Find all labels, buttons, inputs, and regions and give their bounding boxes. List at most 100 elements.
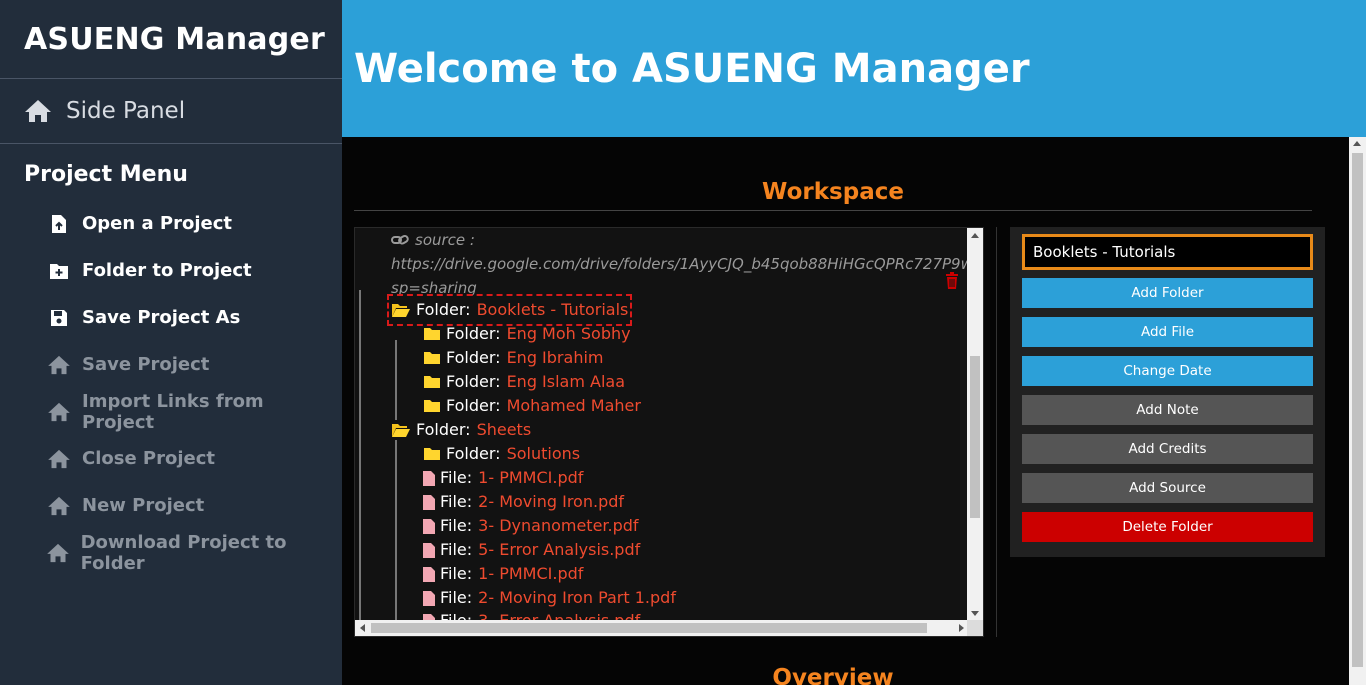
home-icon <box>46 496 72 516</box>
menu-download-project[interactable]: Download Project to Folder <box>0 529 342 576</box>
source-label: source : <box>415 231 475 249</box>
menu-import-links[interactable]: Import Links from Project <box>0 388 342 435</box>
scrollbar-corner <box>967 620 983 636</box>
scrollbar-thumb[interactable] <box>1352 153 1363 667</box>
change-date-button[interactable]: Change Date <box>1022 356 1313 386</box>
folder-name: Eng Moh Sobhy <box>506 324 631 343</box>
tree-guide <box>395 440 397 621</box>
workspace-title: Workspace <box>762 179 904 205</box>
file-key: File: <box>440 540 473 559</box>
tree-file[interactable]: File: 2- Moving Iron Part 1.pdf <box>423 586 676 610</box>
tree-file[interactable]: File: 2- Moving Iron.pdf <box>423 490 624 514</box>
menu-folder-to-project[interactable]: Folder to Project <box>0 247 342 294</box>
tree-horizontal-scrollbar[interactable] <box>355 620 969 636</box>
add-credits-button[interactable]: Add Credits <box>1022 434 1313 464</box>
folder-key: Folder: <box>416 300 471 319</box>
tree-file[interactable]: File: 5- Error Analysis.pdf <box>423 538 640 562</box>
source-block: source : https://drive.google.com/drive/… <box>391 228 969 300</box>
page-title: Welcome to ASUENG Manager <box>354 45 1030 92</box>
menu-open-project[interactable]: Open a Project <box>0 200 342 247</box>
add-file-button[interactable]: Add File <box>1022 317 1313 347</box>
tree-folder[interactable]: Folder: Eng Moh Sobhy <box>423 322 631 346</box>
divider <box>354 210 1312 211</box>
delete-folder-button[interactable]: Delete Folder <box>1022 512 1313 542</box>
menu-label: Save Project As <box>82 307 241 328</box>
folder-name: Eng Ibrahim <box>506 348 604 367</box>
add-note-button[interactable]: Add Note <box>1022 395 1313 425</box>
main-content: Workspace source : https://drive.google.… <box>342 137 1349 685</box>
tree-folder[interactable]: Folder: Eng Ibrahim <box>423 346 603 370</box>
add-source-button[interactable]: Add Source <box>1022 473 1313 503</box>
link-icon <box>391 233 409 247</box>
file-key: File: <box>440 468 473 487</box>
pdf-file-icon <box>423 566 435 582</box>
scroll-up-arrow-icon[interactable] <box>971 233 979 238</box>
folder-icon <box>423 399 441 413</box>
tree-file[interactable]: File: 1- PMMCI.pdf <box>423 562 583 586</box>
folder-name: Booklets - Tutorials <box>476 300 629 319</box>
menu-label: Open a Project <box>82 213 232 234</box>
page-scrollbar[interactable] <box>1349 137 1366 685</box>
file-upload-icon <box>46 214 72 234</box>
side-panel-link[interactable]: Side Panel <box>0 79 342 144</box>
scroll-down-arrow-icon[interactable] <box>971 611 979 616</box>
selected-name-input[interactable] <box>1022 234 1313 270</box>
folder-key: Folder: <box>446 444 501 463</box>
folder-key: Folder: <box>446 348 501 367</box>
folder-plus-icon <box>46 262 72 280</box>
tree-guide <box>359 290 361 621</box>
menu-save-project-as[interactable]: Save Project As <box>0 294 342 341</box>
side-panel-label: Side Panel <box>66 98 186 124</box>
home-icon <box>46 355 72 375</box>
trash-icon[interactable] <box>945 272 959 293</box>
tree-guide <box>395 340 397 420</box>
file-name: 2- Moving Iron.pdf <box>478 492 625 511</box>
save-icon <box>46 309 72 327</box>
add-folder-button[interactable]: Add Folder <box>1022 278 1313 308</box>
folder-name: Mohamed Maher <box>506 396 641 415</box>
actions-panel: Add Folder Add File Change Date Add Note… <box>1010 227 1325 557</box>
menu-label: Import Links from Project <box>82 390 264 433</box>
file-key: File: <box>440 588 473 607</box>
folder-icon <box>423 327 441 341</box>
menu-new-project[interactable]: New Project <box>0 482 342 529</box>
header: Welcome to ASUENG Manager <box>342 0 1366 137</box>
tree-vertical-scrollbar[interactable] <box>967 228 983 621</box>
menu-close-project[interactable]: Close Project <box>0 435 342 482</box>
menu-save-project[interactable]: Save Project <box>0 341 342 388</box>
scrollbar-thumb[interactable] <box>970 356 980 518</box>
tree-folder[interactable]: Folder: Mohamed Maher <box>423 394 641 418</box>
file-name: 2- Moving Iron Part 1.pdf <box>478 588 676 607</box>
pdf-file-icon <box>423 542 435 558</box>
tree-folder[interactable]: Folder: Eng Islam Alaa <box>423 370 625 394</box>
workspace-tree[interactable]: source : https://drive.google.com/drive/… <box>354 227 984 637</box>
menu-label: Folder to Project <box>82 260 252 281</box>
tree-folder-sheets[interactable]: Folder: Sheets <box>391 418 531 442</box>
file-key: File: <box>440 492 473 511</box>
folder-key: Folder: <box>446 372 501 391</box>
file-key: File: <box>440 516 473 535</box>
menu-label: Save Project <box>82 354 210 375</box>
file-name: 1- PMMCI.pdf <box>478 564 584 583</box>
folder-name: Sheets <box>476 420 532 439</box>
tree-file[interactable]: File: 3- Dynanometer.pdf <box>423 514 639 538</box>
tree-folder-root[interactable]: Folder: Booklets - Tutorials <box>386 294 633 326</box>
folder-icon <box>423 447 441 461</box>
scroll-left-arrow-icon[interactable] <box>360 624 365 632</box>
home-icon <box>46 449 72 469</box>
pdf-file-icon <box>423 494 435 510</box>
source-url[interactable]: https://drive.google.com/drive/folders/1… <box>391 252 969 300</box>
file-name: 5- Error Analysis.pdf <box>478 540 641 559</box>
scrollbar-thumb[interactable] <box>371 623 927 633</box>
file-name: 1- PMMCI.pdf <box>478 468 584 487</box>
folder-name: Eng Islam Alaa <box>506 372 626 391</box>
tree-file[interactable]: File: 1- PMMCI.pdf <box>423 466 583 490</box>
scroll-right-arrow-icon[interactable] <box>959 624 964 632</box>
home-icon <box>46 402 72 422</box>
pdf-file-icon <box>423 518 435 534</box>
menu-label: New Project <box>82 495 205 516</box>
scroll-up-arrow-icon[interactable] <box>1353 141 1361 146</box>
sidebar: ASUENG Manager Side Panel Project Menu O… <box>0 0 342 685</box>
tree-folder[interactable]: Folder: Solutions <box>423 442 580 466</box>
project-menu-title: Project Menu <box>24 162 188 187</box>
